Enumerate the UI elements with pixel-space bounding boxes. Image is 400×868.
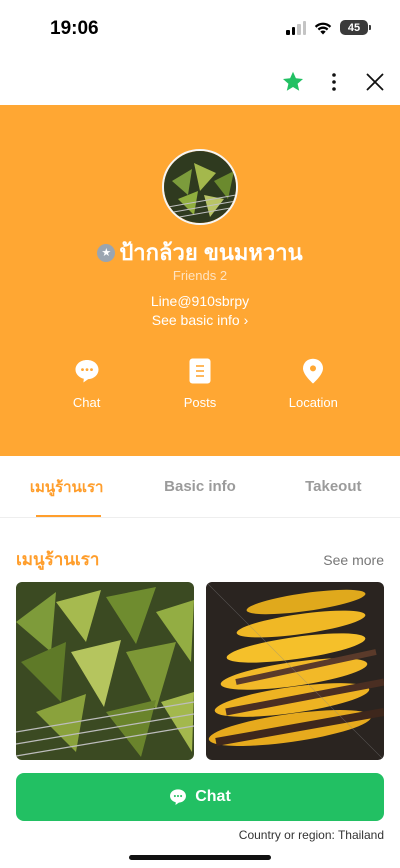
chat-action-button[interactable]: Chat bbox=[42, 357, 132, 410]
home-indicator bbox=[129, 855, 271, 860]
location-action-button[interactable]: Location bbox=[268, 357, 358, 410]
wifi-icon bbox=[314, 22, 332, 34]
menu-photo-grilled-banana[interactable] bbox=[206, 582, 384, 760]
chat-button[interactable]: Chat bbox=[16, 773, 384, 821]
close-icon bbox=[366, 73, 384, 91]
more-options-button[interactable] bbox=[320, 68, 348, 96]
close-button[interactable] bbox=[361, 68, 389, 96]
profile-avatar[interactable] bbox=[162, 149, 238, 225]
profile-header: ★ ป้ากล้วย ขนมหวาน Friends 2 Line@910sbr… bbox=[0, 105, 400, 456]
menu-photo-wrapped-banana[interactable] bbox=[16, 582, 194, 760]
status-icons: 45 bbox=[286, 20, 371, 35]
tab-basic-info[interactable]: Basic info bbox=[133, 456, 266, 517]
location-action-label: Location bbox=[288, 395, 338, 410]
see-basic-info-link[interactable]: See basic info › bbox=[0, 312, 400, 328]
menu-section-header: เมนูร้านเรา See more bbox=[16, 546, 384, 573]
profile-name-row: ★ ป้ากล้วย ขนมหวาน bbox=[0, 235, 400, 270]
favorite-button[interactable] bbox=[279, 68, 307, 96]
menu-section-title: เมนูร้านเรา bbox=[16, 550, 100, 569]
chat-action-label: Chat bbox=[72, 395, 101, 410]
country-region: Country or region: Thailand bbox=[238, 828, 384, 842]
chat-bubble-icon bbox=[75, 360, 99, 383]
profile-tabs: เมนูร้านเรา Basic info Takeout bbox=[0, 456, 400, 518]
more-vertical-icon bbox=[332, 73, 336, 91]
tab-menu[interactable]: เมนูร้านเรา bbox=[0, 456, 133, 517]
battery-icon: 45 bbox=[340, 20, 371, 35]
line-id: Line@910sbrpy bbox=[150, 293, 250, 309]
battery-level: 45 bbox=[347, 21, 361, 34]
posts-action-button[interactable]: Posts bbox=[155, 357, 245, 410]
status-bar: 19:06 45 bbox=[0, 0, 400, 58]
see-more-link[interactable]: See more bbox=[323, 552, 384, 568]
cellular-signal-icon bbox=[286, 20, 306, 35]
chat-button-label: Chat bbox=[195, 788, 231, 805]
tab-takeout[interactable]: Takeout bbox=[267, 456, 400, 517]
status-time: 19:06 bbox=[50, 18, 99, 39]
document-icon bbox=[189, 358, 211, 384]
chat-bubble-icon bbox=[170, 789, 187, 805]
star-icon bbox=[283, 71, 303, 91]
posts-action-label: Posts bbox=[183, 395, 217, 410]
top-bar bbox=[0, 58, 400, 106]
profile-actions: Chat Posts Location bbox=[0, 357, 400, 410]
profile-name: ป้ากล้วย ขนมหวาน bbox=[119, 240, 303, 265]
location-pin-icon bbox=[303, 358, 324, 384]
star-badge-icon: ★ bbox=[97, 243, 116, 262]
friends-count: Friends 2 bbox=[172, 268, 228, 283]
